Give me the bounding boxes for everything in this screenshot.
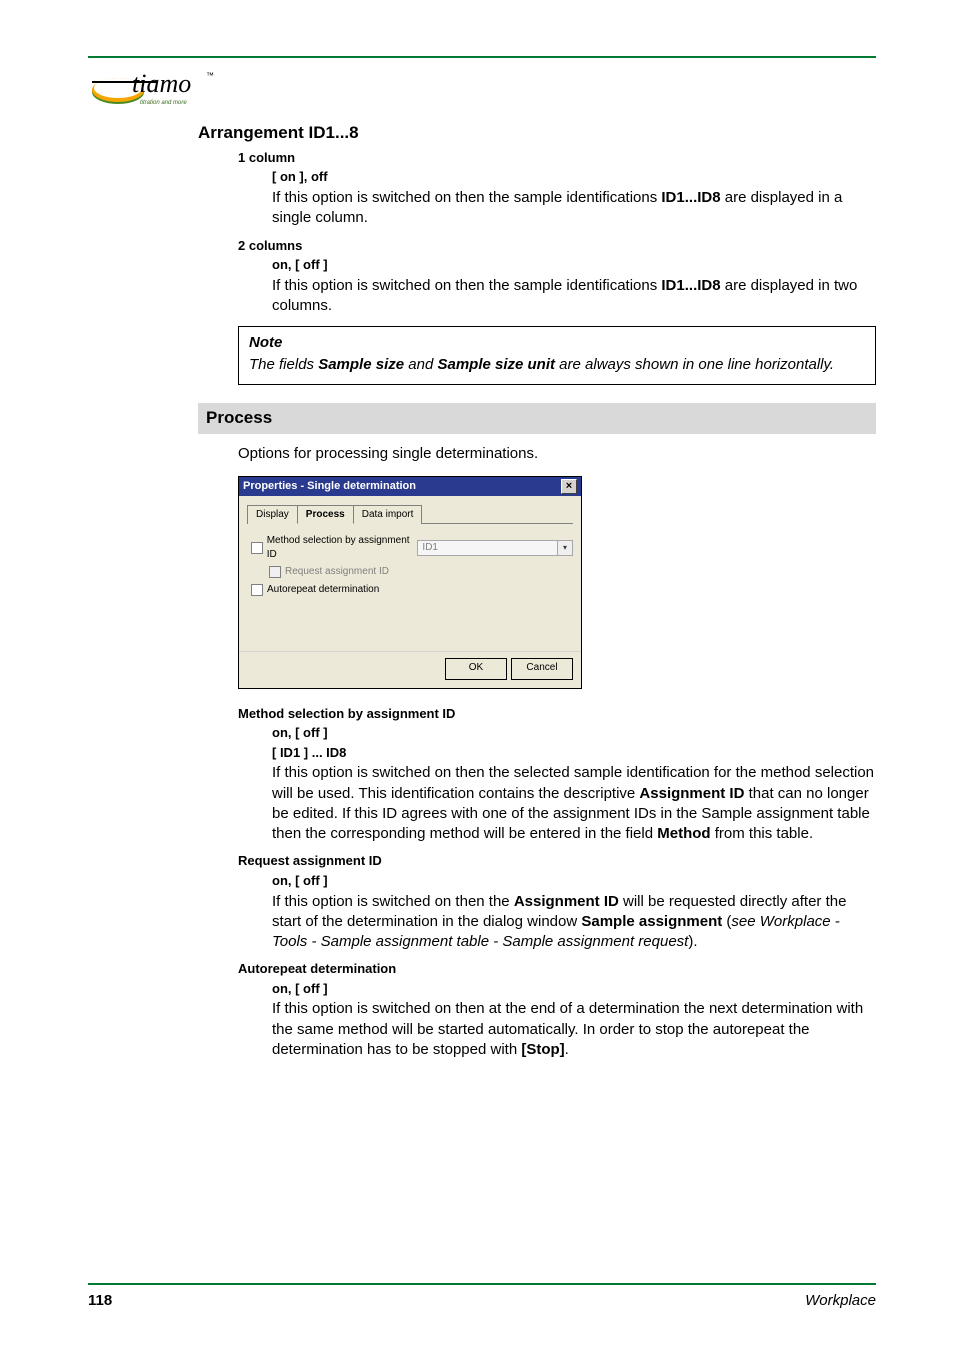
opt-1-column-state: [ on ], off: [272, 168, 876, 186]
body-bold: Assignment ID: [639, 785, 744, 802]
opt-auto-name: Autorepeat determination: [238, 960, 876, 978]
process-intro: Options for processing single determinat…: [238, 444, 876, 464]
body-text: from this table.: [711, 825, 814, 842]
opt-req-body: If this option is switched on then the A…: [272, 892, 876, 953]
note-heading: Note: [249, 333, 865, 353]
opt-2-columns-body: If this option is switched on then the s…: [272, 276, 876, 317]
page-footer: 118 Workplace: [88, 1283, 876, 1311]
close-icon[interactable]: ×: [561, 479, 577, 494]
body-bold: [Stop]: [521, 1041, 564, 1058]
chk-request-assignment-row: Request assignment ID: [269, 565, 573, 579]
logo-tm: ™: [206, 71, 214, 80]
body-bold: Method: [657, 825, 710, 842]
tab-row: Display Process Data import: [247, 504, 573, 525]
assignment-id-combo[interactable]: ID1 ▾: [417, 540, 573, 556]
tab-display[interactable]: Display: [247, 505, 298, 525]
note-text: The fields Sample size and Sample size u…: [249, 355, 865, 375]
brand-logo: tiamo ™ titration and more: [88, 62, 876, 108]
checkbox-request-assignment[interactable]: [269, 566, 281, 578]
checkbox-method-selection[interactable]: [251, 542, 263, 554]
dialog-button-row: OK Cancel: [239, 651, 581, 688]
process-options: Method selection by assignment ID on, [ …: [238, 705, 876, 1060]
note-part: and: [404, 356, 437, 373]
body-bold: ID1...ID8: [661, 189, 720, 206]
body-text: .: [565, 1041, 569, 1058]
checkbox-autorepeat[interactable]: [251, 584, 263, 596]
properties-dialog: Properties - Single determination × Disp…: [238, 476, 582, 689]
opt-2-columns-state: on, [ off ]: [272, 256, 876, 274]
tab-data-import[interactable]: Data import: [353, 505, 423, 525]
tab-process[interactable]: Process: [297, 505, 354, 525]
chk-request-assignment-label: Request assignment ID: [285, 565, 389, 579]
note-bold: Sample size unit: [437, 356, 555, 373]
dialog-titlebar: Properties - Single determination ×: [239, 477, 581, 496]
opt-1-column-body: If this option is switched on then the s…: [272, 188, 876, 229]
body-text: If this option is switched on then the s…: [272, 189, 661, 206]
opt-msel-name: Method selection by assignment ID: [238, 705, 876, 723]
logo-text: tiamo: [132, 69, 191, 98]
chevron-down-icon[interactable]: ▾: [557, 541, 572, 555]
chk-autorepeat-row: Autorepeat determination: [251, 583, 573, 597]
header-rule: [88, 56, 876, 58]
opt-1-column-name: 1 column: [238, 149, 876, 167]
note-bold: Sample size: [318, 356, 404, 373]
chk-method-selection-row: Method selection by assignment ID ID1 ▾: [251, 534, 573, 561]
body-bold: ID1...ID8: [661, 277, 720, 294]
opt-msel-range: [ ID1 ] ... ID8: [272, 744, 876, 762]
opt-2-columns-name: 2 columns: [238, 237, 876, 255]
note-box: Note The fields Sample size and Sample s…: [238, 326, 876, 385]
note-part: The fields: [249, 356, 318, 373]
process-section-bar: Process: [198, 403, 876, 434]
note-part: are always shown in one line horizontall…: [555, 356, 834, 373]
chk-autorepeat-label: Autorepeat determination: [267, 583, 379, 597]
body-text: If this option is switched on then the: [272, 893, 514, 910]
chk-method-selection-label: Method selection by assignment ID: [267, 534, 418, 561]
opt-req-state: on, [ off ]: [272, 872, 876, 890]
dialog-body: Display Process Data import Method selec…: [239, 496, 581, 651]
body-text: If this option is switched on then the s…: [272, 277, 661, 294]
dialog-title: Properties - Single determination: [243, 479, 416, 494]
ok-button[interactable]: OK: [445, 658, 507, 680]
document-page: tiamo ™ titration and more Arrangement I…: [0, 0, 954, 1351]
arrangement-heading: Arrangement ID1...8: [198, 122, 876, 145]
body-bold: Sample assignment: [581, 913, 722, 930]
cancel-button[interactable]: Cancel: [511, 658, 573, 680]
arrangement-content: 1 column [ on ], off If this option is s…: [238, 149, 876, 385]
body-bold: Assignment ID: [514, 893, 619, 910]
combo-value: ID1: [422, 542, 438, 553]
page-number: 118: [88, 1291, 112, 1311]
logo-tagline: titration and more: [140, 100, 187, 106]
body-text: ).: [688, 933, 697, 950]
opt-auto-state: on, [ off ]: [272, 980, 876, 998]
opt-auto-body: If this option is switched on then at th…: [272, 999, 876, 1060]
footer-section-label: Workplace: [805, 1291, 876, 1311]
opt-msel-body: If this option is switched on then the s…: [272, 763, 876, 844]
opt-msel-state: on, [ off ]: [272, 724, 876, 742]
opt-req-name: Request assignment ID: [238, 852, 876, 870]
